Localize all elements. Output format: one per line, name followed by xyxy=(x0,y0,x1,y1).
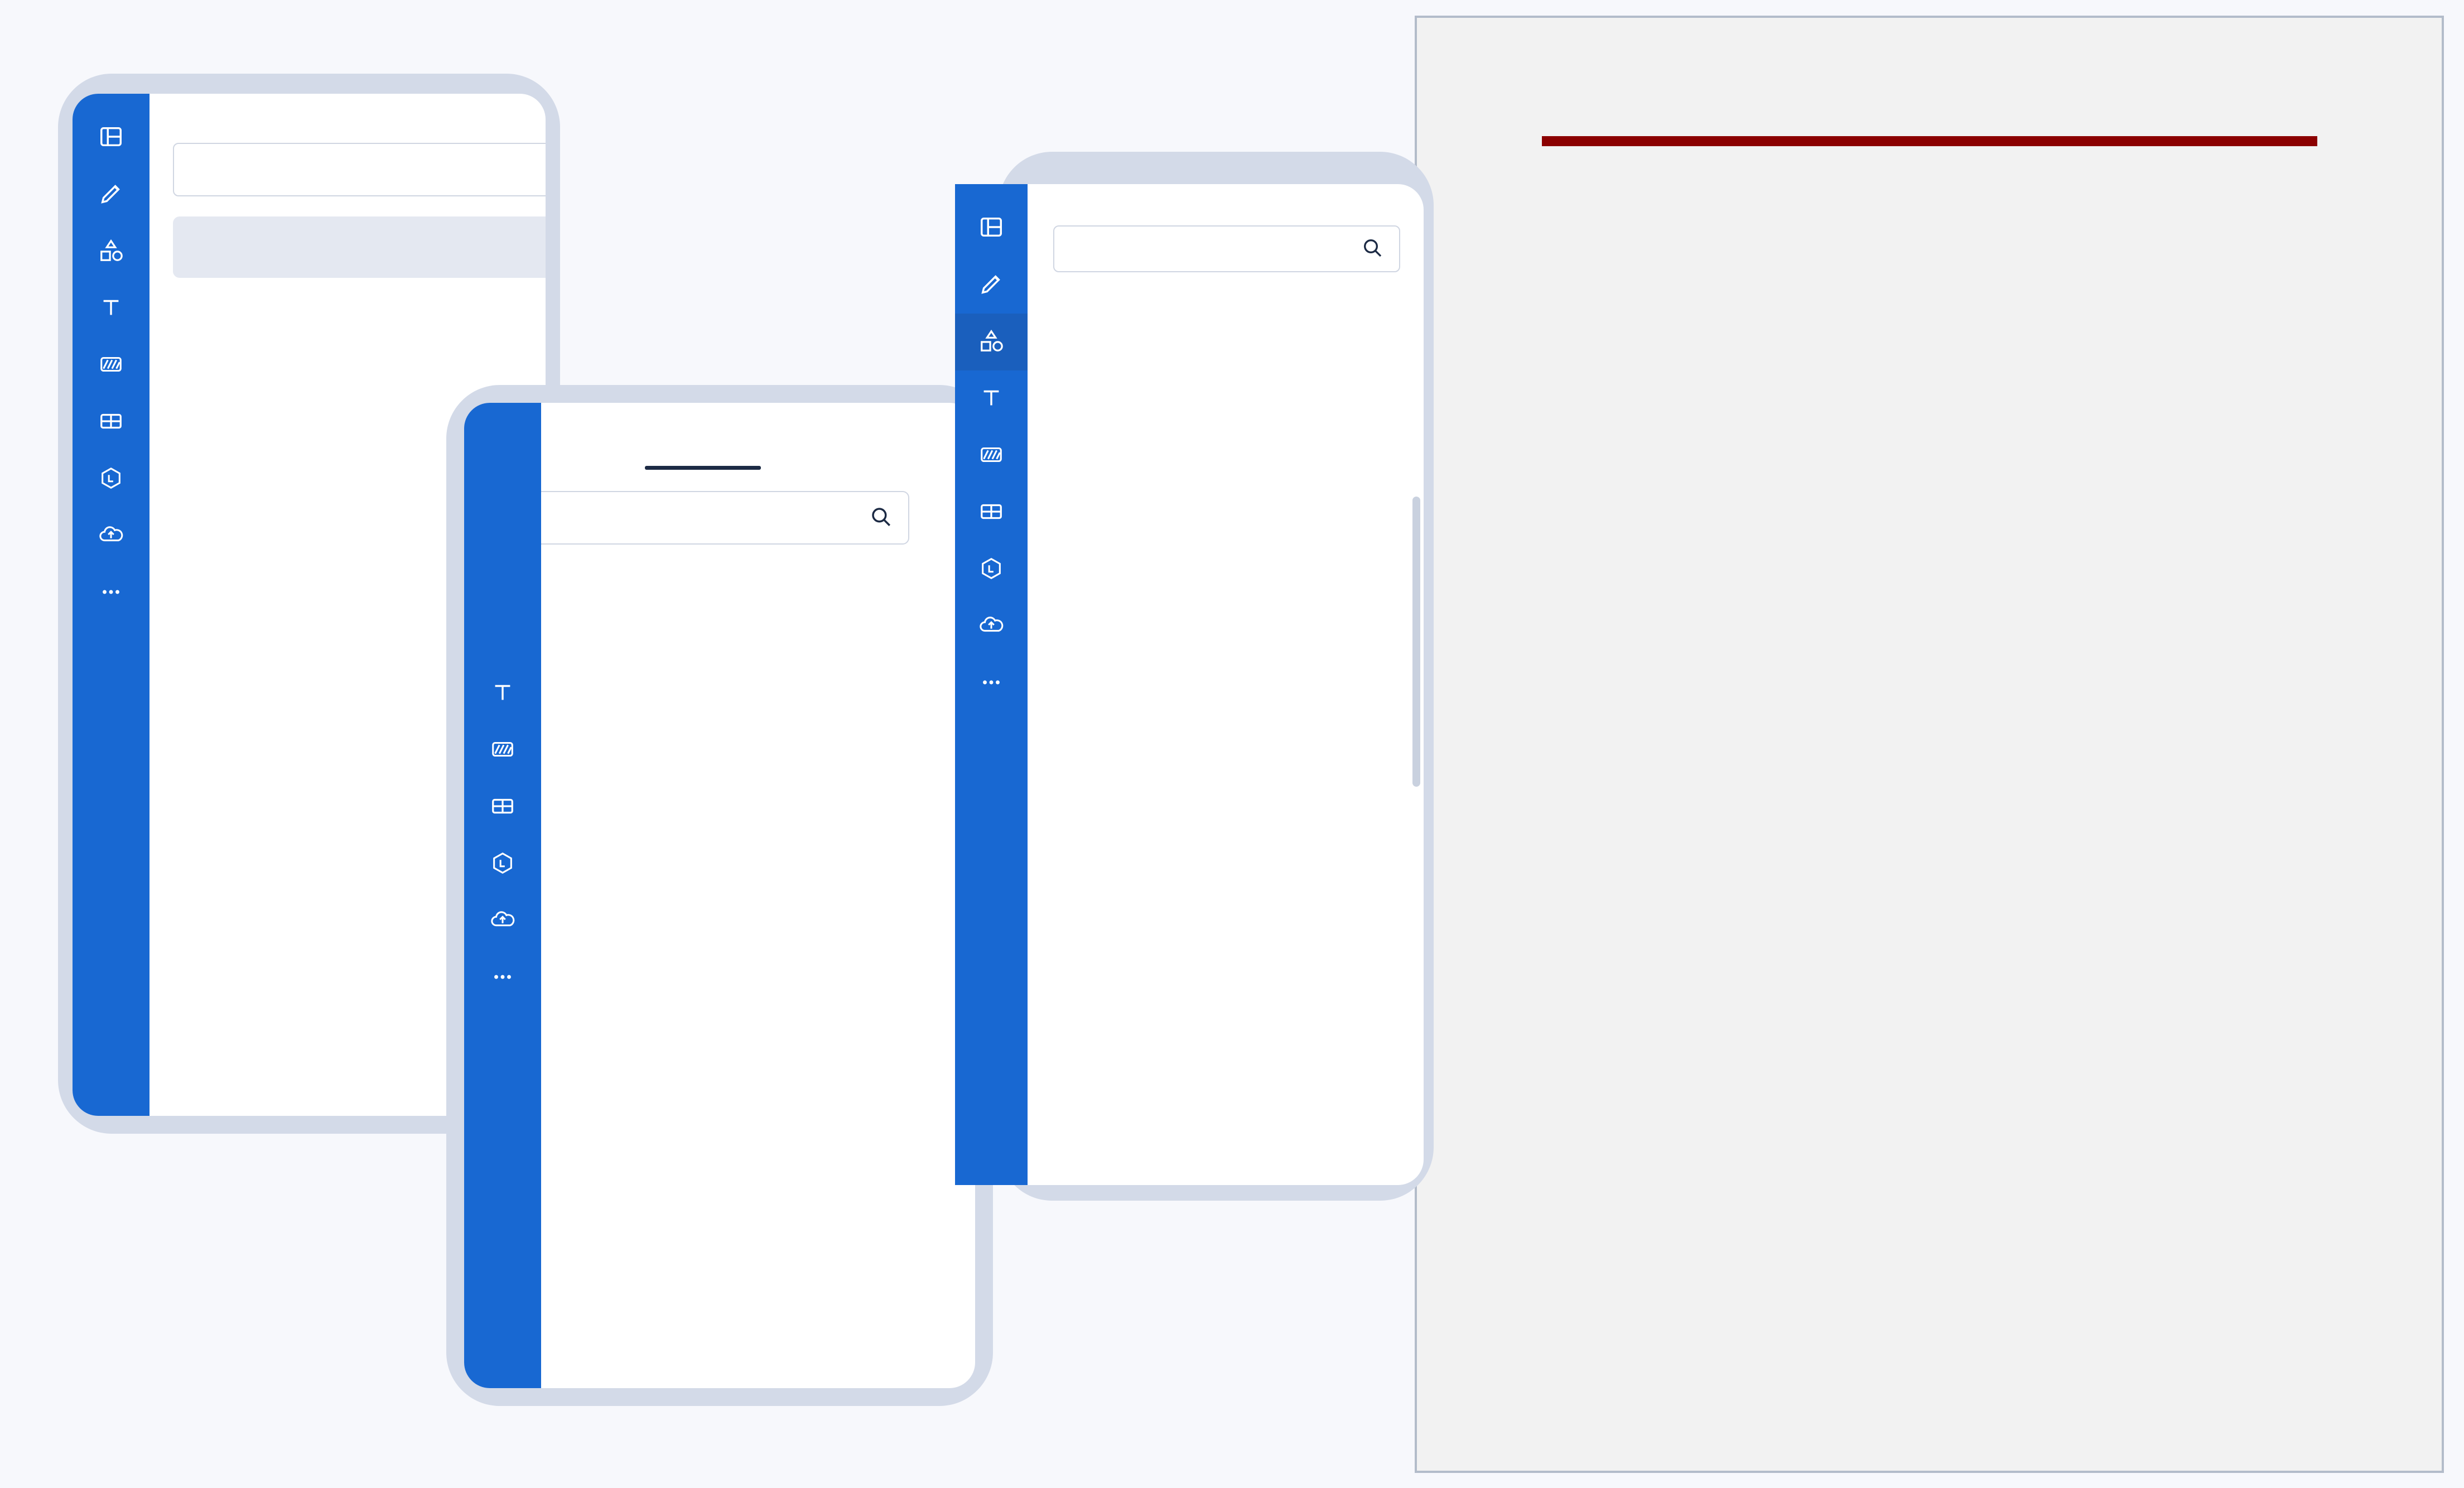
title-divider xyxy=(1541,136,2317,146)
sidebar-item-background[interactable] xyxy=(464,722,541,779)
tables-icon xyxy=(490,793,515,819)
sidebar-item-more[interactable] xyxy=(464,950,541,1007)
sidebar-item-text[interactable] xyxy=(73,280,150,337)
sidebar-item-fill[interactable] xyxy=(955,257,1028,314)
upload-font-button[interactable] xyxy=(173,216,546,278)
templates-icon xyxy=(98,124,124,150)
more-dots-icon xyxy=(98,579,124,605)
cloud-upload-icon xyxy=(978,613,1004,638)
background-icon xyxy=(98,351,124,377)
cloud-upload-icon xyxy=(98,522,124,548)
photos-source-tabs xyxy=(541,461,909,470)
tables-icon xyxy=(98,408,124,434)
sidebar-item-logo[interactable] xyxy=(464,836,541,893)
sidebar-item-uploads[interactable] xyxy=(464,893,541,950)
text-t-icon xyxy=(490,680,515,705)
tables-icon xyxy=(978,499,1004,524)
sidebar-item-tables[interactable] xyxy=(464,779,541,836)
app-canvas xyxy=(0,0,2464,1488)
font-panel-sidebar xyxy=(73,94,150,1116)
background-icon xyxy=(978,442,1004,468)
graphics-panel-body xyxy=(1028,184,1424,1185)
bingo-card-canvas xyxy=(1415,16,2444,1473)
graphics-scrollbar[interactable] xyxy=(1412,497,1420,787)
sidebar-item-templates[interactable] xyxy=(955,200,1028,257)
logo-hexagon-icon xyxy=(98,465,124,491)
sidebar-item-fill[interactable] xyxy=(73,166,150,223)
sidebar-item-uploads[interactable] xyxy=(73,508,150,565)
cloud-upload-icon xyxy=(490,907,515,933)
sidebar-item-uploads[interactable] xyxy=(955,598,1028,655)
more-dots-icon xyxy=(490,964,515,990)
logo-hexagon-icon xyxy=(490,850,515,876)
font-search-input[interactable] xyxy=(173,143,546,196)
photos-panel-sidebar xyxy=(464,403,541,1388)
sidebar-item-background[interactable] xyxy=(955,427,1028,484)
photos-panel-body xyxy=(541,403,975,1388)
sidebar-item-text[interactable] xyxy=(955,370,1028,427)
pencil-icon xyxy=(98,181,124,206)
sidebar-item-templates[interactable] xyxy=(73,109,150,166)
shapes-icon xyxy=(98,238,124,263)
tab-pixabay[interactable] xyxy=(634,461,772,470)
search-icon[interactable] xyxy=(1361,237,1383,262)
search-icon[interactable] xyxy=(869,505,893,531)
text-t-icon xyxy=(978,385,1004,411)
sidebar-item-graphics[interactable] xyxy=(955,314,1028,370)
logo-hexagon-icon xyxy=(978,556,1004,581)
text-t-icon xyxy=(98,295,124,320)
more-dots-icon xyxy=(978,670,1004,695)
tab-unsplash[interactable] xyxy=(771,461,909,470)
graphics-panel xyxy=(955,184,1424,1185)
photos-panel xyxy=(464,403,975,1388)
sidebar-item-more[interactable] xyxy=(73,565,150,622)
sidebar-item-tables[interactable] xyxy=(73,394,150,451)
shapes-icon xyxy=(978,328,1004,354)
sidebar-item-logo[interactable] xyxy=(955,541,1028,598)
background-icon xyxy=(490,736,515,762)
sidebar-item-more[interactable] xyxy=(955,655,1028,712)
graphics-search-input[interactable] xyxy=(1053,225,1400,272)
sidebar-item-background[interactable] xyxy=(73,337,150,394)
photos-search-input[interactable] xyxy=(541,491,909,545)
sidebar-item-tables[interactable] xyxy=(955,484,1028,541)
pencil-icon xyxy=(978,271,1004,297)
graphics-panel-sidebar xyxy=(955,184,1028,1185)
sidebar-item-logo[interactable] xyxy=(73,451,150,508)
sidebar-item-text[interactable] xyxy=(464,665,541,722)
templates-icon xyxy=(978,214,1004,240)
sidebar-item-graphics[interactable] xyxy=(73,223,150,280)
tab-uploads[interactable] xyxy=(541,461,634,470)
